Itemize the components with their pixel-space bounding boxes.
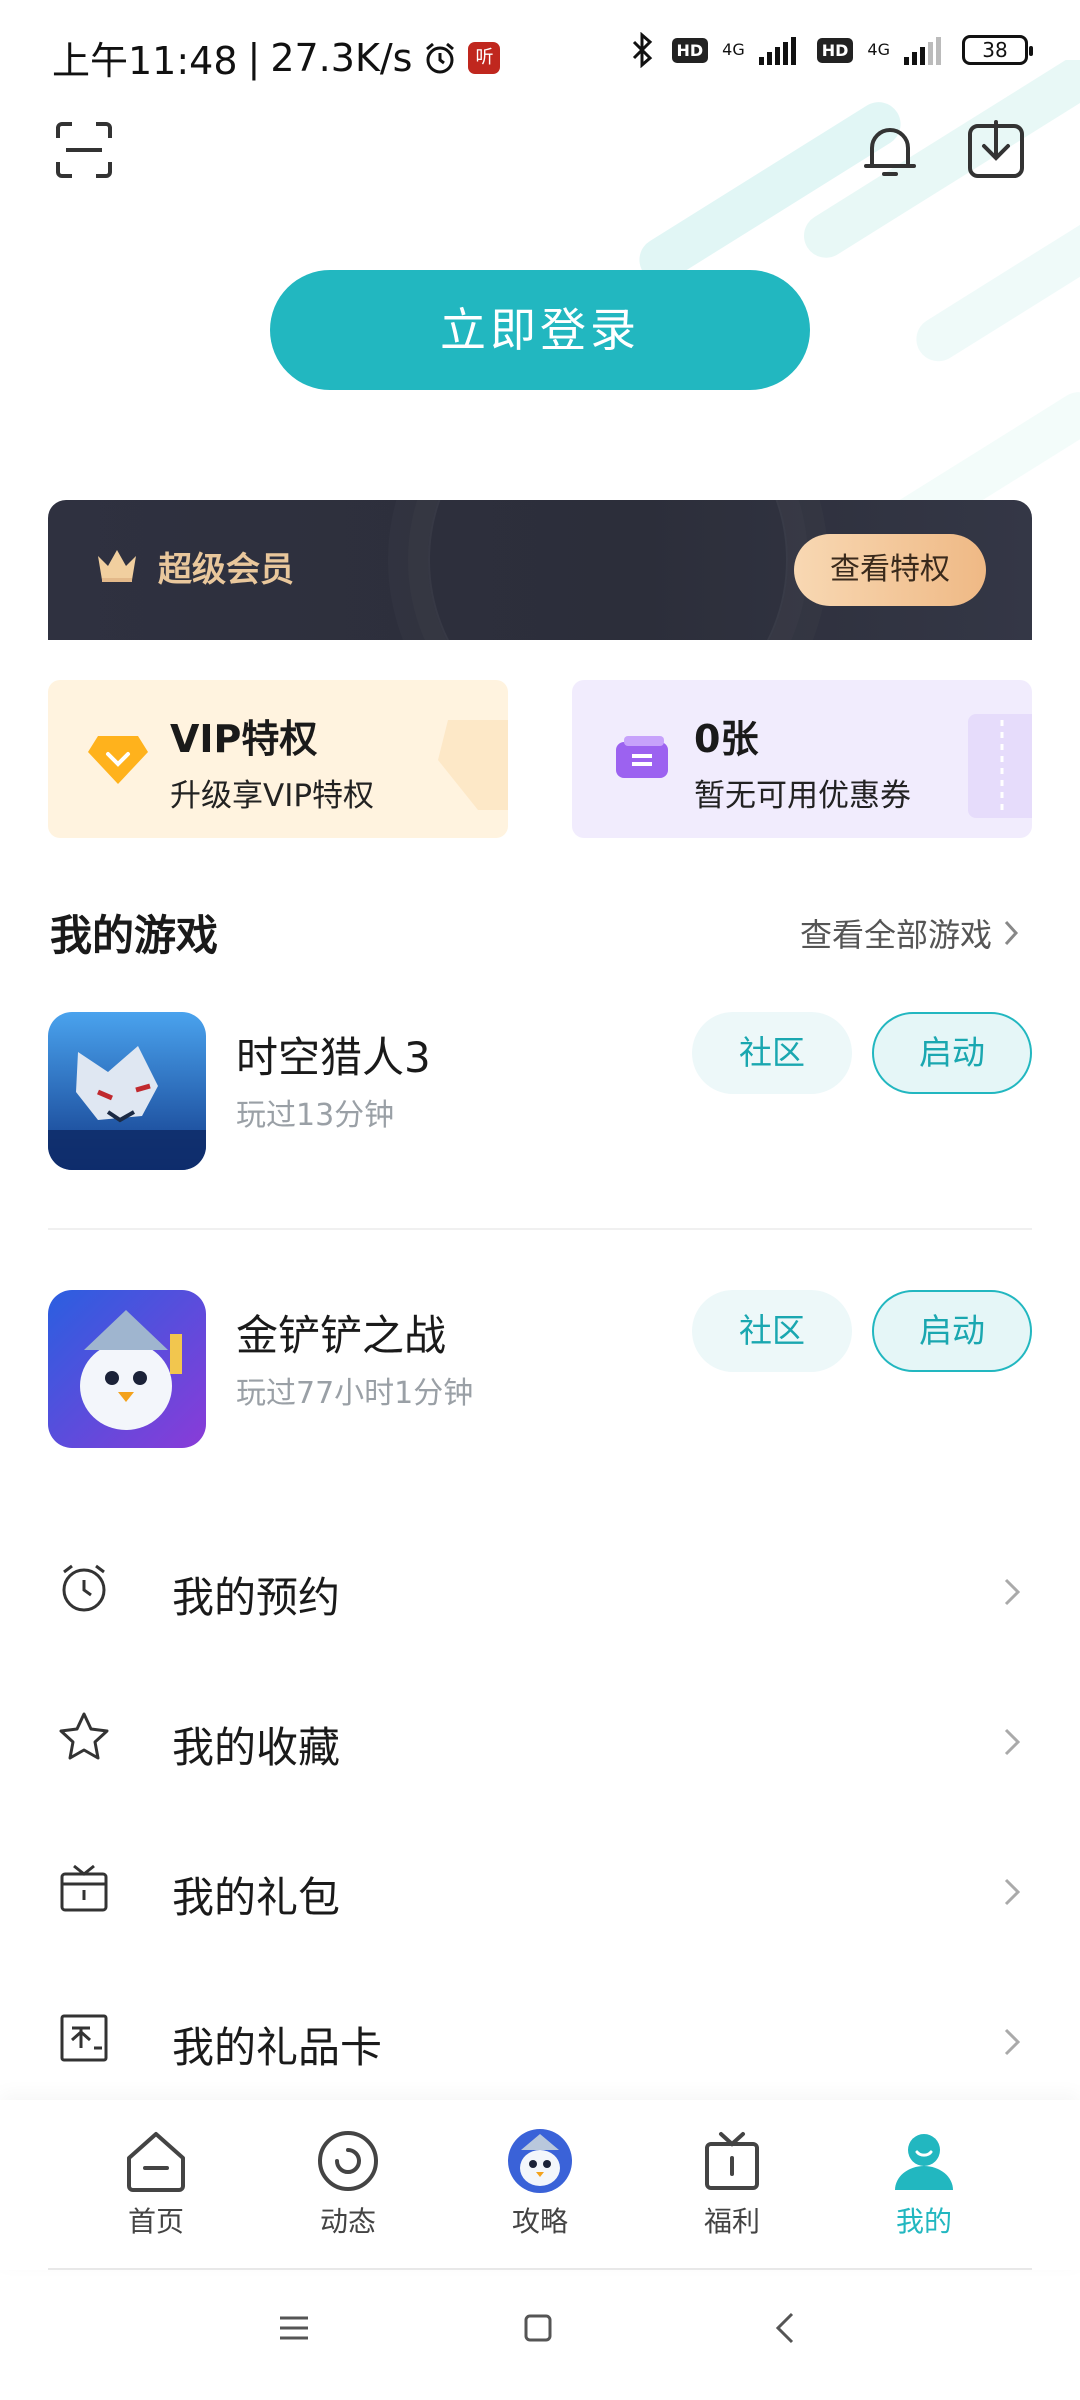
tab-label: 我的: [895, 2205, 952, 2238]
game-row[interactable]: 金铲铲之战 玩过77小时1分钟 社区 启动: [48, 1290, 1032, 1450]
coupon-icon: [616, 736, 668, 778]
menu-item-gift-cards[interactable]: 我的礼品卡: [0, 1968, 1080, 2118]
ticket-decoration: [968, 714, 1032, 818]
vip-decoration: [428, 500, 788, 660]
coupon-card[interactable]: 0张 暂无可用优惠券: [572, 680, 1032, 838]
wolf-warrior-icon: [48, 1012, 206, 1170]
launch-button[interactable]: 启动: [872, 1012, 1032, 1094]
game-name: 时空猎人3: [236, 1033, 431, 1082]
view-all-games-link[interactable]: 查看全部游戏: [800, 910, 1020, 956]
decor-stripe: [908, 194, 1080, 370]
network-type-1: 4G: [722, 42, 745, 58]
vip-privilege-card[interactable]: VIP特权 升级享VIP特权: [48, 680, 508, 838]
bottom-tab-bar: 首页 动态 攻略 福利 我的: [0, 2100, 1080, 2270]
activity-icon: [318, 2131, 378, 2191]
home-square-icon[interactable]: [520, 2310, 556, 2346]
view-privileges-button[interactable]: 查看特权: [794, 534, 986, 606]
tab-label: 福利: [703, 2205, 760, 2238]
chevron-right-icon: [1004, 920, 1019, 946]
crown-icon: [98, 550, 136, 582]
promo-subtitle: 暂无可用优惠券: [694, 778, 911, 814]
penguin-icon: [48, 1290, 206, 1448]
game-row[interactable]: 时空猎人3 玩过13分钟 社区 启动: [48, 1012, 1032, 1172]
net-label-2: 4G: [867, 40, 890, 59]
promo-subtitle: 升级享VIP特权: [170, 778, 375, 814]
login-button[interactable]: 立即登录: [270, 270, 810, 390]
menu-label: 我的礼包: [172, 1873, 341, 1922]
alarm-clock-icon: [62, 1564, 106, 1612]
net-label-1: 4G: [722, 40, 745, 59]
chevron-right-icon: [1004, 1578, 1021, 1606]
menu-label: 我的预约: [172, 1573, 341, 1622]
view-all-games-label: 查看全部游戏: [799, 916, 992, 954]
list-divider: [48, 1228, 1032, 1230]
network-type-2: 4G: [867, 42, 890, 58]
tab-label: 攻略: [511, 2205, 568, 2238]
game-icon-jinchanchan[interactable]: [48, 1290, 206, 1448]
game-icon-shikong[interactable]: [48, 1012, 206, 1170]
menu-label: 我的礼品卡: [172, 2023, 383, 2072]
my-games-title: 我的游戏: [50, 911, 219, 960]
promo-title: 0张: [694, 717, 759, 761]
tab-home[interactable]: 首页: [96, 2128, 216, 2240]
bell-icon[interactable]: [858, 118, 922, 182]
chevron-right-icon: [1004, 1878, 1021, 1906]
download-icon[interactable]: [964, 118, 1028, 182]
hd-badge-2: HD: [816, 37, 854, 63]
menu-icon[interactable]: [276, 2310, 312, 2346]
game-played-time: 玩过77小时1分钟: [236, 1376, 474, 1411]
chevron-right-icon: [1004, 2028, 1021, 2056]
star-icon: [59, 1712, 109, 1760]
gift-icon: [705, 2132, 759, 2190]
launch-button[interactable]: 启动: [872, 1290, 1032, 1372]
hd-badge-1: HD: [671, 37, 709, 63]
menu-label: 我的收藏: [172, 1723, 341, 1772]
community-button[interactable]: 社区: [692, 1290, 852, 1372]
gift-box-icon: [60, 1864, 108, 1912]
super-vip-banner[interactable]: 超级会员 查看特权: [48, 500, 1032, 660]
promo-title: VIP特权: [170, 717, 318, 761]
scan-icon[interactable]: [52, 118, 116, 182]
vip-title: 超级会员: [158, 550, 294, 590]
menu-item-gift-packs[interactable]: 我的礼包: [0, 1818, 1080, 1968]
profile-icon: [895, 2134, 953, 2190]
diamond-decoration: [438, 720, 508, 810]
guide-avatar-icon: [508, 2129, 572, 2193]
back-icon[interactable]: [768, 2310, 804, 2346]
tab-label: 动态: [319, 2205, 376, 2238]
menu-item-reservations[interactable]: 我的预约: [0, 1518, 1080, 1668]
tab-guide[interactable]: 攻略: [480, 2128, 600, 2240]
community-button[interactable]: 社区: [692, 1012, 852, 1094]
system-navigation-bar: [0, 2270, 1080, 2400]
tab-activity[interactable]: 动态: [288, 2128, 408, 2240]
tab-welfare[interactable]: 福利: [672, 2128, 792, 2240]
game-played-time: 玩过13分钟: [236, 1098, 395, 1133]
tab-profile[interactable]: 我的: [864, 2128, 984, 2240]
chevron-right-icon: [1004, 1728, 1021, 1756]
home-icon: [127, 2132, 185, 2192]
game-name: 金铲铲之战: [236, 1311, 447, 1360]
gift-card-icon: [60, 2014, 108, 2062]
diamond-icon: [88, 736, 148, 784]
tab-label: 首页: [127, 2205, 184, 2238]
menu-item-favorites[interactable]: 我的收藏: [0, 1668, 1080, 1818]
